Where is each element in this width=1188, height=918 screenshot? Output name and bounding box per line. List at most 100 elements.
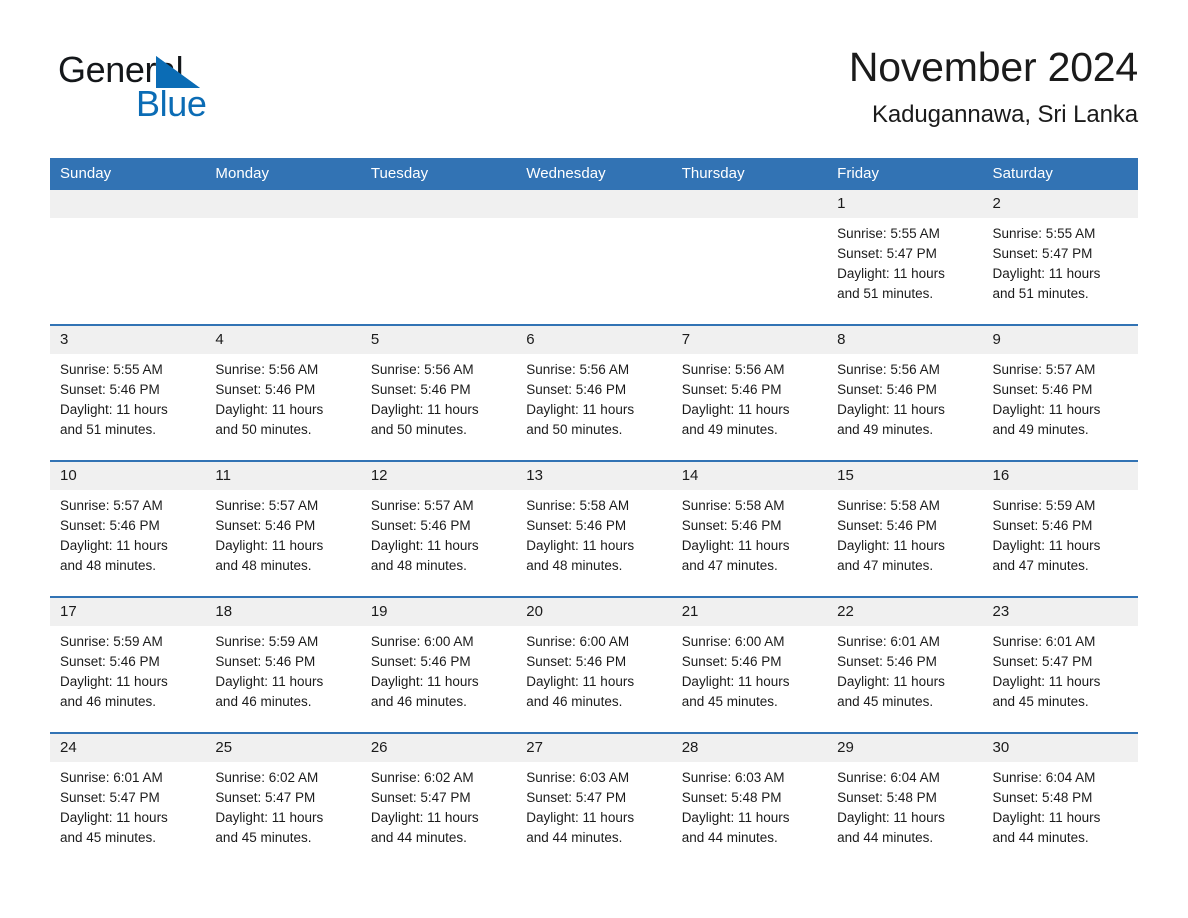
day-details: Sunrise: 5:58 AM Sunset: 5:46 PM Daylight:… xyxy=(827,490,982,596)
sunset-text: Sunset: 5:46 PM xyxy=(215,382,316,397)
calendar-day-cell[interactable]: 30 Sunrise: 6:04 AM Sunset: 5:48 PM Dayligh… xyxy=(982,732,1138,868)
sunrise-text: Sunrise: 6:01 AM xyxy=(837,634,940,649)
sunset-text: Sunset: 5:46 PM xyxy=(60,654,160,669)
calendar-day-cell[interactable]: 27 Sunrise: 6:03 AM Sunset: 5:47 PM Dayligh… xyxy=(516,732,672,868)
calendar-day-cell[interactable]: 2 Sunrise: 5:55 AM Sunset: 5:47 PM Daylight… xyxy=(982,190,1138,325)
sunrise-text: Sunrise: 6:01 AM xyxy=(992,634,1096,649)
weekday-header-friday: Friday xyxy=(827,158,983,190)
daylight-text-line1: Daylight: 11 hours xyxy=(837,402,945,417)
calendar-day-cell[interactable]: 20 Sunrise: 6:00 AM Sunset: 5:46 PM Dayligh… xyxy=(516,596,672,733)
daylight-text-line1: Daylight: 11 hours xyxy=(215,674,324,689)
calendar-day-cell[interactable]: 6 Sunrise: 5:56 AM Sunset: 5:46 PM Daylight… xyxy=(516,324,672,461)
calendar-day-cell[interactable]: 18 Sunrise: 5:59 AM Sunset: 5:46 PM Dayligh… xyxy=(205,596,361,733)
calendar-day-cell[interactable]: 7 Sunrise: 5:56 AM Sunset: 5:46 PM Daylight… xyxy=(671,324,828,461)
calendar-day-cell[interactable]: 29 Sunrise: 6:04 AM Sunset: 5:48 PM Dayligh… xyxy=(827,732,983,868)
calendar-day-cell[interactable]: 26 Sunrise: 6:02 AM Sunset: 5:47 PM Dayligh… xyxy=(360,732,517,868)
generalblue-logo[interactable]: General Blue xyxy=(58,50,318,128)
calendar-day-cell[interactable]: 21 Sunrise: 6:00 AM Sunset: 5:46 PM Dayligh… xyxy=(671,596,828,733)
sunset-text: Sunset: 5:47 PM xyxy=(526,790,627,805)
daylight-text-line1: Daylight: 11 hours xyxy=(681,538,790,553)
sunset-text: Sunset: 5:47 PM xyxy=(992,654,1093,669)
page-subtitle: Kadugannawa, Sri Lanka xyxy=(872,101,1138,128)
daylight-text-line1: Daylight: 11 hours xyxy=(370,810,479,825)
day-number: 3 xyxy=(50,326,206,354)
calendar-day-cell[interactable]: 8 Sunrise: 5:56 AM Sunset: 5:46 PM Daylight… xyxy=(827,324,983,461)
calendar-header-row: Sunday Monday Tuesday Wednesday Thursday… xyxy=(50,158,1138,190)
calendar-day-cell-empty xyxy=(516,190,672,325)
daylight-text-line1: Daylight: 11 hours xyxy=(370,402,479,417)
calendar-day-cell[interactable]: 16 Sunrise: 5:59 AM Sunset: 5:46 PM Dayligh… xyxy=(982,460,1138,597)
calendar-day-cell[interactable]: 24 Sunrise: 6:01 AM Sunset: 5:47 PM Dayligh… xyxy=(50,732,206,868)
logo-word-blue: Blue xyxy=(136,83,207,124)
calendar-day-cell[interactable]: 5 Sunrise: 5:56 AM Sunset: 5:46 PM Daylight… xyxy=(360,324,517,461)
day-number: 13 xyxy=(516,462,672,490)
daylight-text-line2: and 51 minutes. xyxy=(992,286,1089,301)
sunset-text: Sunset: 5:46 PM xyxy=(681,382,782,397)
calendar-day-cell[interactable]: 17 Sunrise: 5:59 AM Sunset: 5:46 PM Dayligh… xyxy=(50,596,206,733)
day-number: 26 xyxy=(360,734,517,762)
daylight-text-line1: Daylight: 11 hours xyxy=(60,810,168,825)
calendar-day-cell[interactable]: 15 Sunrise: 5:58 AM Sunset: 5:46 PM Dayligh… xyxy=(827,460,983,597)
daylight-text-line1: Daylight: 11 hours xyxy=(837,538,945,553)
calendar-day-cell[interactable]: 14 Sunrise: 5:58 AM Sunset: 5:46 PM Dayligh… xyxy=(671,460,828,597)
daylight-text-line1: Daylight: 11 hours xyxy=(992,674,1101,689)
day-number: 23 xyxy=(982,598,1138,626)
day-details: Sunrise: 6:00 AM Sunset: 5:46 PM Daylight:… xyxy=(672,626,827,732)
calendar-day-cell[interactable]: 9 Sunrise: 5:57 AM Sunset: 5:46 PM Daylight… xyxy=(982,324,1138,461)
weekday-header-wednesday: Wednesday xyxy=(516,158,672,190)
daylight-text-line2: and 49 minutes. xyxy=(681,422,778,437)
sunrise-text: Sunrise: 6:00 AM xyxy=(370,634,474,649)
daylight-text-line2: and 44 minutes. xyxy=(526,830,623,845)
day-number xyxy=(671,190,828,218)
day-details: Sunrise: 6:02 AM Sunset: 5:47 PM Daylight:… xyxy=(205,762,360,868)
calendar-day-cell[interactable]: 10 Sunrise: 5:57 AM Sunset: 5:46 PM Dayligh… xyxy=(50,460,206,597)
sunrise-text: Sunrise: 5:59 AM xyxy=(60,634,163,649)
daylight-text-line1: Daylight: 11 hours xyxy=(526,402,635,417)
day-details: Sunrise: 5:59 AM Sunset: 5:46 PM Daylight:… xyxy=(983,490,1138,596)
daylight-text-line2: and 44 minutes. xyxy=(681,830,778,845)
daylight-text-line1: Daylight: 11 hours xyxy=(681,674,790,689)
calendar-day-cell[interactable]: 22 Sunrise: 6:01 AM Sunset: 5:46 PM Dayligh… xyxy=(827,596,983,733)
sunrise-text: Sunrise: 5:55 AM xyxy=(60,362,163,377)
day-number: 15 xyxy=(827,462,983,490)
daylight-text-line1: Daylight: 11 hours xyxy=(370,674,479,689)
calendar-day-cell[interactable]: 3 Sunrise: 5:55 AM Sunset: 5:46 PM Daylight… xyxy=(50,324,206,461)
day-details xyxy=(361,218,516,324)
day-details: Sunrise: 5:56 AM Sunset: 5:46 PM Daylight:… xyxy=(516,354,671,460)
calendar-day-cell[interactable]: 19 Sunrise: 6:00 AM Sunset: 5:46 PM Dayligh… xyxy=(360,596,517,733)
sunrise-text: Sunrise: 5:55 AM xyxy=(992,226,1096,241)
day-number: 11 xyxy=(205,462,361,490)
daylight-text-line1: Daylight: 11 hours xyxy=(215,402,324,417)
calendar-day-cell[interactable]: 28 Sunrise: 6:03 AM Sunset: 5:48 PM Dayligh… xyxy=(671,732,828,868)
sunset-text: Sunset: 5:46 PM xyxy=(681,654,782,669)
sunset-text: Sunset: 5:46 PM xyxy=(526,382,627,397)
day-number: 17 xyxy=(50,598,206,626)
sunset-text: Sunset: 5:46 PM xyxy=(992,518,1093,533)
day-number: 6 xyxy=(516,326,672,354)
daylight-text-line1: Daylight: 11 hours xyxy=(992,402,1101,417)
sunrise-text: Sunrise: 5:57 AM xyxy=(215,498,319,513)
day-details: Sunrise: 5:57 AM Sunset: 5:46 PM Daylight:… xyxy=(205,490,360,596)
day-details: Sunrise: 6:02 AM Sunset: 5:47 PM Daylight:… xyxy=(361,762,516,868)
sunset-text: Sunset: 5:47 PM xyxy=(60,790,160,805)
daylight-text-line2: and 46 minutes. xyxy=(370,694,467,709)
sunrise-text: Sunrise: 5:57 AM xyxy=(992,362,1096,377)
calendar-day-cell[interactable]: 25 Sunrise: 6:02 AM Sunset: 5:47 PM Dayligh… xyxy=(205,732,361,868)
daylight-text-line2: and 45 minutes. xyxy=(992,694,1089,709)
daylight-text-line2: and 48 minutes. xyxy=(60,558,157,573)
day-details: Sunrise: 5:56 AM Sunset: 5:46 PM Daylight:… xyxy=(672,354,827,460)
daylight-text-line2: and 45 minutes. xyxy=(215,830,312,845)
calendar-day-cell-empty xyxy=(360,190,517,325)
day-details: Sunrise: 5:55 AM Sunset: 5:47 PM Daylight:… xyxy=(983,218,1138,324)
calendar-day-cell[interactable]: 23 Sunrise: 6:01 AM Sunset: 5:47 PM Dayligh… xyxy=(982,596,1138,733)
calendar-day-cell[interactable]: 11 Sunrise: 5:57 AM Sunset: 5:46 PM Dayligh… xyxy=(205,460,361,597)
sunset-text: Sunset: 5:46 PM xyxy=(992,382,1093,397)
daylight-text-line1: Daylight: 11 hours xyxy=(526,810,635,825)
calendar-day-cell[interactable]: 12 Sunrise: 5:57 AM Sunset: 5:46 PM Dayligh… xyxy=(360,460,517,597)
calendar-day-cell[interactable]: 13 Sunrise: 5:58 AM Sunset: 5:46 PM Dayligh… xyxy=(516,460,672,597)
calendar-body: 1 Sunrise: 5:55 AM Sunset: 5:47 PM Daylight… xyxy=(50,190,1138,868)
sunset-text: Sunset: 5:46 PM xyxy=(837,518,937,533)
day-details: Sunrise: 5:57 AM Sunset: 5:46 PM Daylight:… xyxy=(50,490,205,596)
calendar-day-cell[interactable]: 4 Sunrise: 5:56 AM Sunset: 5:46 PM Daylight… xyxy=(205,324,361,461)
calendar-day-cell[interactable]: 1 Sunrise: 5:55 AM Sunset: 5:47 PM Daylight… xyxy=(827,190,983,325)
